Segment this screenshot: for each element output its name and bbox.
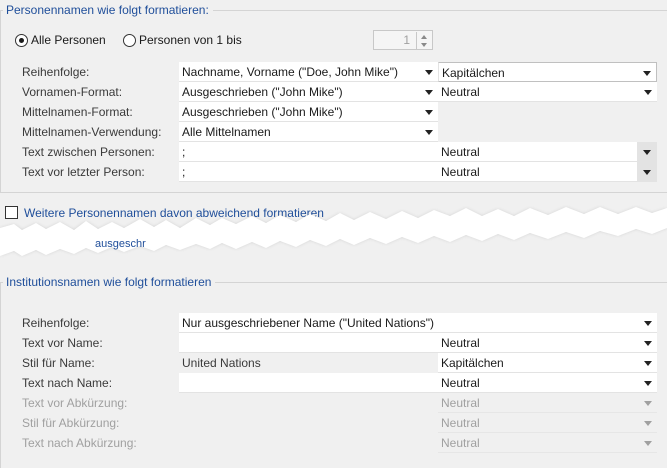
- name-style-value: Kapitälchen: [441, 356, 504, 370]
- group-border-left: [0, 282, 1, 468]
- text-before-name-input[interactable]: [179, 333, 438, 353]
- dropdown-button[interactable]: [637, 142, 657, 161]
- chevron-down-icon: [425, 110, 433, 115]
- persons-count-stepper[interactable]: 1: [373, 30, 433, 50]
- chevron-down-icon: [643, 71, 651, 76]
- label-middlename-usage: Mittelnamen-Verwendung:: [22, 125, 162, 139]
- middlename-format-value: Ausgeschrieben ("John Mike"): [182, 105, 343, 119]
- text-after-name-style-value: Neutral: [441, 376, 480, 390]
- label-middlename-format: Mittelnamen-Format:: [22, 105, 133, 119]
- name-style-select[interactable]: Kapitälchen: [438, 353, 657, 373]
- chevron-up-icon[interactable]: [421, 35, 427, 39]
- text-before-name-style-select[interactable]: Neutral: [438, 333, 657, 353]
- other-persons-partial-text: ausgeschr: [95, 238, 146, 250]
- stepper-buttons[interactable]: [416, 32, 431, 50]
- radio-all-persons-label[interactable]: Alle Personen: [31, 30, 106, 50]
- chevron-down-icon: [644, 401, 652, 406]
- label-person-order: Reihenfolge:: [22, 65, 90, 79]
- text-between-persons-style-select[interactable]: Neutral: [438, 142, 657, 162]
- person-order-value: Nachname, Vorname ("Doe, John Mike"): [182, 65, 398, 79]
- firstname-style-value: Neutral: [441, 85, 480, 99]
- institution-order-value: Nur ausgeschriebener Name ("United Natio…: [182, 316, 434, 330]
- chevron-down-icon[interactable]: [421, 43, 427, 47]
- text-after-abbreviation-style-select: Neutral: [438, 433, 657, 453]
- label-text-after-name: Text nach Name:: [22, 376, 113, 390]
- person-order-style-value: Kapitälchen: [442, 66, 505, 80]
- label-institution-order: Reihenfolge:: [22, 316, 90, 330]
- torn-edge-graphic: [0, 207, 667, 256]
- radio-persons-range-label[interactable]: Personen von 1 bis: [139, 30, 242, 50]
- label-text-before-name: Text vor Name:: [22, 336, 103, 350]
- chevron-down-icon: [425, 130, 433, 135]
- dropdown-button[interactable]: [637, 162, 657, 181]
- middlename-format-select[interactable]: Ausgeschrieben ("John Mike"): [179, 102, 438, 122]
- text-before-last-person-style-value: Neutral: [441, 165, 480, 179]
- text-after-name-style-select[interactable]: Neutral: [438, 373, 657, 393]
- chevron-down-icon: [644, 90, 652, 95]
- middlename-usage-value: Alle Mittelnamen: [182, 125, 271, 139]
- group-border-left: [0, 10, 1, 193]
- abbreviation-style-value: Neutral: [441, 416, 480, 430]
- radio-persons-range[interactable]: [123, 34, 136, 47]
- text-before-abbreviation-style-select: Neutral: [438, 393, 657, 413]
- chevron-down-icon: [644, 381, 652, 386]
- person-order-select[interactable]: Nachname, Vorname ("Doe, John Mike"): [179, 62, 438, 82]
- text-between-persons-value: ;: [182, 145, 186, 159]
- name-style-preview-value: United Nations: [182, 356, 261, 370]
- chevron-down-icon: [644, 441, 652, 446]
- name-style-preview: United Nations: [179, 353, 438, 373]
- text-between-persons-style-value: Neutral: [441, 145, 480, 159]
- chevron-down-icon: [644, 321, 652, 326]
- text-before-last-person-style-select[interactable]: Neutral: [438, 162, 657, 182]
- label-text-between-persons: Text zwischen Personen:: [22, 145, 155, 159]
- firstname-format-value: Ausgeschrieben ("John Mike"): [182, 85, 343, 99]
- text-after-abbreviation-style-value: Neutral: [441, 436, 480, 450]
- middlename-usage-select[interactable]: Alle Mittelnamen: [179, 122, 438, 142]
- label-firstname-format: Vornamen-Format:: [22, 85, 123, 99]
- chevron-down-icon: [643, 170, 651, 175]
- firstname-format-select[interactable]: Ausgeschrieben ("John Mike"): [179, 82, 438, 102]
- text-before-name-style-value: Neutral: [441, 336, 480, 350]
- person-order-style-select[interactable]: Kapitälchen: [438, 62, 657, 82]
- institutions-group-title: Institutionsnamen wie folgt formatieren: [3, 275, 216, 289]
- abbreviation-style-select: Neutral: [438, 413, 657, 433]
- chevron-down-icon: [425, 70, 433, 75]
- group-border-bottom: [0, 192, 667, 193]
- text-between-persons-input[interactable]: ;: [179, 142, 438, 162]
- label-text-before-abbreviation: Text vor Abkürzung:: [22, 396, 128, 410]
- label-name-style: Stil für Name:: [22, 356, 95, 370]
- persons-group-title: Personennamen wie folgt formatieren:: [3, 3, 213, 17]
- chevron-down-icon: [644, 361, 652, 366]
- text-before-last-person-input[interactable]: ;: [179, 162, 438, 182]
- label-text-before-last-person: Text vor letzter Person:: [22, 165, 145, 179]
- chevron-down-icon: [425, 90, 433, 95]
- text-after-name-input[interactable]: [179, 373, 438, 393]
- text-before-abbreviation-style-value: Neutral: [441, 396, 480, 410]
- firstname-style-select[interactable]: Neutral: [438, 82, 657, 102]
- chevron-down-icon: [644, 341, 652, 346]
- persons-count-value: 1: [403, 33, 410, 47]
- radio-all-persons[interactable]: [15, 34, 28, 47]
- chevron-down-icon: [643, 150, 651, 155]
- label-abbreviation-style: Stil für Abkürzung:: [22, 416, 120, 430]
- institution-order-select[interactable]: Nur ausgeschriebener Name ("United Natio…: [179, 313, 657, 333]
- label-text-after-abbreviation: Text nach Abkürzung:: [22, 436, 137, 450]
- text-before-last-person-value: ;: [182, 165, 186, 179]
- chevron-down-icon: [644, 421, 652, 426]
